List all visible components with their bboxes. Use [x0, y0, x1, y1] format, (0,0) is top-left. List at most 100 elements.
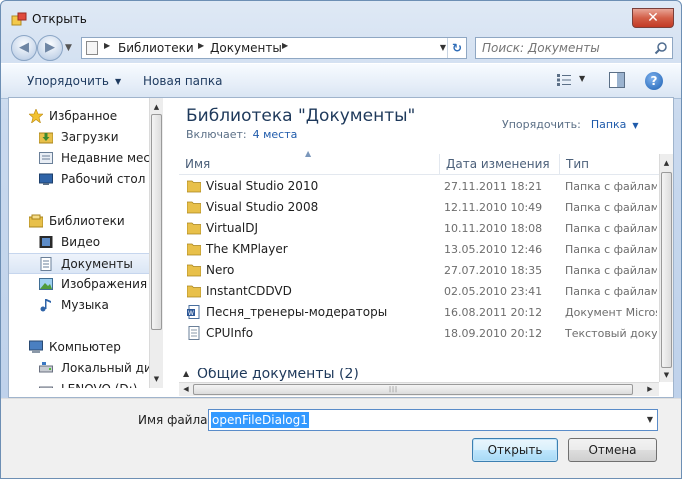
- back-button[interactable]: ◀: [11, 35, 37, 61]
- file-row[interactable]: Visual Studio 2008 12.11.2010 10:49 Папк…: [179, 197, 659, 218]
- library-location-icon: [86, 41, 98, 55]
- close-icon: ✕: [647, 10, 659, 26]
- file-type: Текстовый доку: [565, 327, 657, 340]
- library-locations-link[interactable]: 4 места: [253, 128, 298, 141]
- arrange-label: Упорядочить:: [502, 118, 581, 131]
- sidebar-item-pictures[interactable]: Изображения: [9, 274, 156, 295]
- help-icon[interactable]: ?: [645, 72, 663, 90]
- scrollbar-thumb[interactable]: [151, 114, 162, 330]
- arrange-by-dropdown[interactable]: Папка: [591, 118, 627, 131]
- file-date: 18.09.2010 20:12: [444, 327, 543, 340]
- filename-dropdown-icon[interactable]: ▼: [647, 415, 653, 424]
- file-row[interactable]: Nero 27.07.2010 18:35 Папка с файлами: [179, 260, 659, 281]
- scrollbar-grip-icon: |||: [389, 386, 399, 393]
- documents-icon: [40, 257, 52, 271]
- organize-button[interactable]: Упорядочить ▼: [27, 74, 121, 88]
- breadcrumb-separator-icon[interactable]: ▶: [282, 41, 288, 50]
- search-icon[interactable]: [654, 41, 668, 55]
- sidebar-item-libraries[interactable]: Библиотеки: [9, 211, 156, 232]
- view-options-icon[interactable]: [557, 74, 571, 86]
- breadcrumb-separator-icon[interactable]: ▶: [104, 41, 110, 50]
- sidebar-item-label: Рабочий стол: [61, 172, 146, 186]
- sidebar-item-recent-places[interactable]: Недавние места: [9, 148, 156, 169]
- preview-pane-icon[interactable]: [609, 72, 625, 88]
- sidebar-item-downloads[interactable]: Загрузки: [9, 127, 156, 148]
- file-date: 13.05.2010 12:46: [444, 243, 543, 256]
- organize-label: Упорядочить: [27, 74, 109, 88]
- breadcrumb-separator-icon[interactable]: ▶: [198, 41, 204, 50]
- open-button[interactable]: Открыть: [472, 438, 558, 462]
- sidebar-item-lenovo-drive[interactable]: LENOVO (D:): [9, 379, 156, 388]
- close-button[interactable]: ✕: [632, 8, 674, 28]
- sidebar-item-music[interactable]: Музыка: [9, 295, 156, 316]
- file-row[interactable]: The KMPlayer 13.05.2010 12:46 Папка с фа…: [179, 239, 659, 260]
- forward-button[interactable]: ▶: [37, 35, 63, 61]
- file-date: 27.11.2011 18:21: [444, 180, 543, 193]
- cancel-button[interactable]: Отмена: [568, 438, 657, 462]
- file-list: Visual Studio 2010 27.11.2011 18:21 Папк…: [179, 176, 659, 356]
- scrollbar-thumb[interactable]: [193, 384, 633, 395]
- filename-combobox[interactable]: openFileDialog1 ▼: [208, 409, 658, 431]
- sidebar-item-label: Изображения: [61, 277, 148, 291]
- file-name: InstantCDDVD: [206, 284, 292, 298]
- address-bar[interactable]: ▶ Библиотеки ▶ Документы ▶ ▼ ↻: [81, 37, 467, 59]
- scrollbar-thumb[interactable]: [661, 172, 672, 368]
- search-input[interactable]: [476, 38, 664, 58]
- sidebar-item-label: Библиотеки: [49, 214, 125, 228]
- scroll-up-icon[interactable]: ▲: [660, 156, 673, 170]
- folder-icon: [187, 222, 201, 235]
- drive-icon: [39, 386, 53, 388]
- breadcrumb-documents[interactable]: Документы: [210, 41, 282, 55]
- scroll-down-icon[interactable]: ▼: [660, 368, 673, 382]
- file-type: Папка с файлами: [565, 243, 657, 256]
- back-arrow-icon: ◀: [19, 40, 29, 55]
- computer-icon: [29, 340, 43, 353]
- column-header-type[interactable]: Тип: [560, 154, 659, 174]
- window-title: Открыть: [32, 12, 87, 26]
- file-name: Visual Studio 2008: [206, 200, 319, 214]
- breadcrumb-libraries[interactable]: Библиотеки: [118, 41, 194, 55]
- column-header-date[interactable]: Дата изменения: [440, 154, 560, 174]
- scroll-up-icon[interactable]: ▲: [150, 100, 163, 114]
- recent-places-icon: [39, 152, 53, 164]
- text-document-icon: [188, 326, 200, 340]
- navigation-bar: ◀ ▶ ▼ ▶ Библиотеки ▶ Документы ▶ ▼ ↻: [1, 35, 681, 63]
- file-row[interactable]: CPUInfo 18.09.2010 20:12 Текстовый доку: [179, 323, 659, 344]
- sidebar-item-favorites[interactable]: Избранное: [9, 106, 156, 127]
- sidebar-item-label: Музыка: [61, 298, 109, 312]
- collapse-group-icon[interactable]: ▲: [183, 369, 189, 378]
- scroll-left-icon[interactable]: ◀: [179, 383, 193, 396]
- address-history-dropdown-icon[interactable]: ▼: [440, 43, 446, 52]
- sidebar-item-computer[interactable]: Компьютер: [9, 337, 156, 358]
- file-type: Папка с файлами: [565, 201, 657, 214]
- horizontal-scrollbar[interactable]: ◀ ||| ▶: [179, 382, 659, 396]
- title-bar: Открыть ✕: [1, 1, 681, 35]
- file-date: 16.08.2011 20:12: [444, 306, 543, 319]
- refresh-icon[interactable]: ↻: [447, 38, 466, 58]
- file-row[interactable]: VirtualDJ 10.11.2010 18:08 Папка с файла…: [179, 218, 659, 239]
- file-row[interactable]: W Песня_тренеры-модераторы 16.08.2011 20…: [179, 302, 659, 323]
- file-type: Папка с файлами: [565, 285, 657, 298]
- scroll-right-icon[interactable]: ▶: [643, 383, 657, 396]
- window-app-icon: [11, 12, 27, 26]
- sidebar-item-documents[interactable]: Документы: [9, 253, 156, 274]
- sidebar-item-local-disk[interactable]: Локальный диск: [9, 358, 156, 379]
- file-row[interactable]: Visual Studio 2010 27.11.2011 18:21 Папк…: [179, 176, 659, 197]
- sidebar-item-video[interactable]: Видео: [9, 232, 156, 253]
- chevron-down-icon[interactable]: ▼: [632, 121, 638, 130]
- navigation-pane-scrollbar[interactable]: ▲ ▼: [149, 98, 163, 388]
- new-folder-button[interactable]: Новая папка: [143, 74, 222, 88]
- open-file-dialog: Открыть ✕ ◀ ▶ ▼ ▶ Библиотеки ▶ Документы…: [0, 0, 682, 479]
- file-row[interactable]: InstantCDDVD 02.05.2010 23:41 Папка с фа…: [179, 281, 659, 302]
- sidebar-item-label: Избранное: [49, 109, 118, 123]
- file-name: Nero: [206, 263, 235, 277]
- recent-pages-dropdown-icon[interactable]: ▼: [65, 43, 72, 53]
- pictures-icon: [39, 278, 53, 290]
- scroll-down-icon[interactable]: ▼: [150, 372, 163, 386]
- view-dropdown-icon[interactable]: ▼: [579, 74, 585, 83]
- downloads-folder-icon: [39, 132, 53, 144]
- column-header-name[interactable]: Имя: [179, 154, 440, 174]
- file-list-scrollbar[interactable]: ▲ ▼: [659, 154, 673, 382]
- sidebar-item-desktop[interactable]: Рабочий стол: [9, 169, 156, 190]
- search-box[interactable]: [475, 37, 673, 59]
